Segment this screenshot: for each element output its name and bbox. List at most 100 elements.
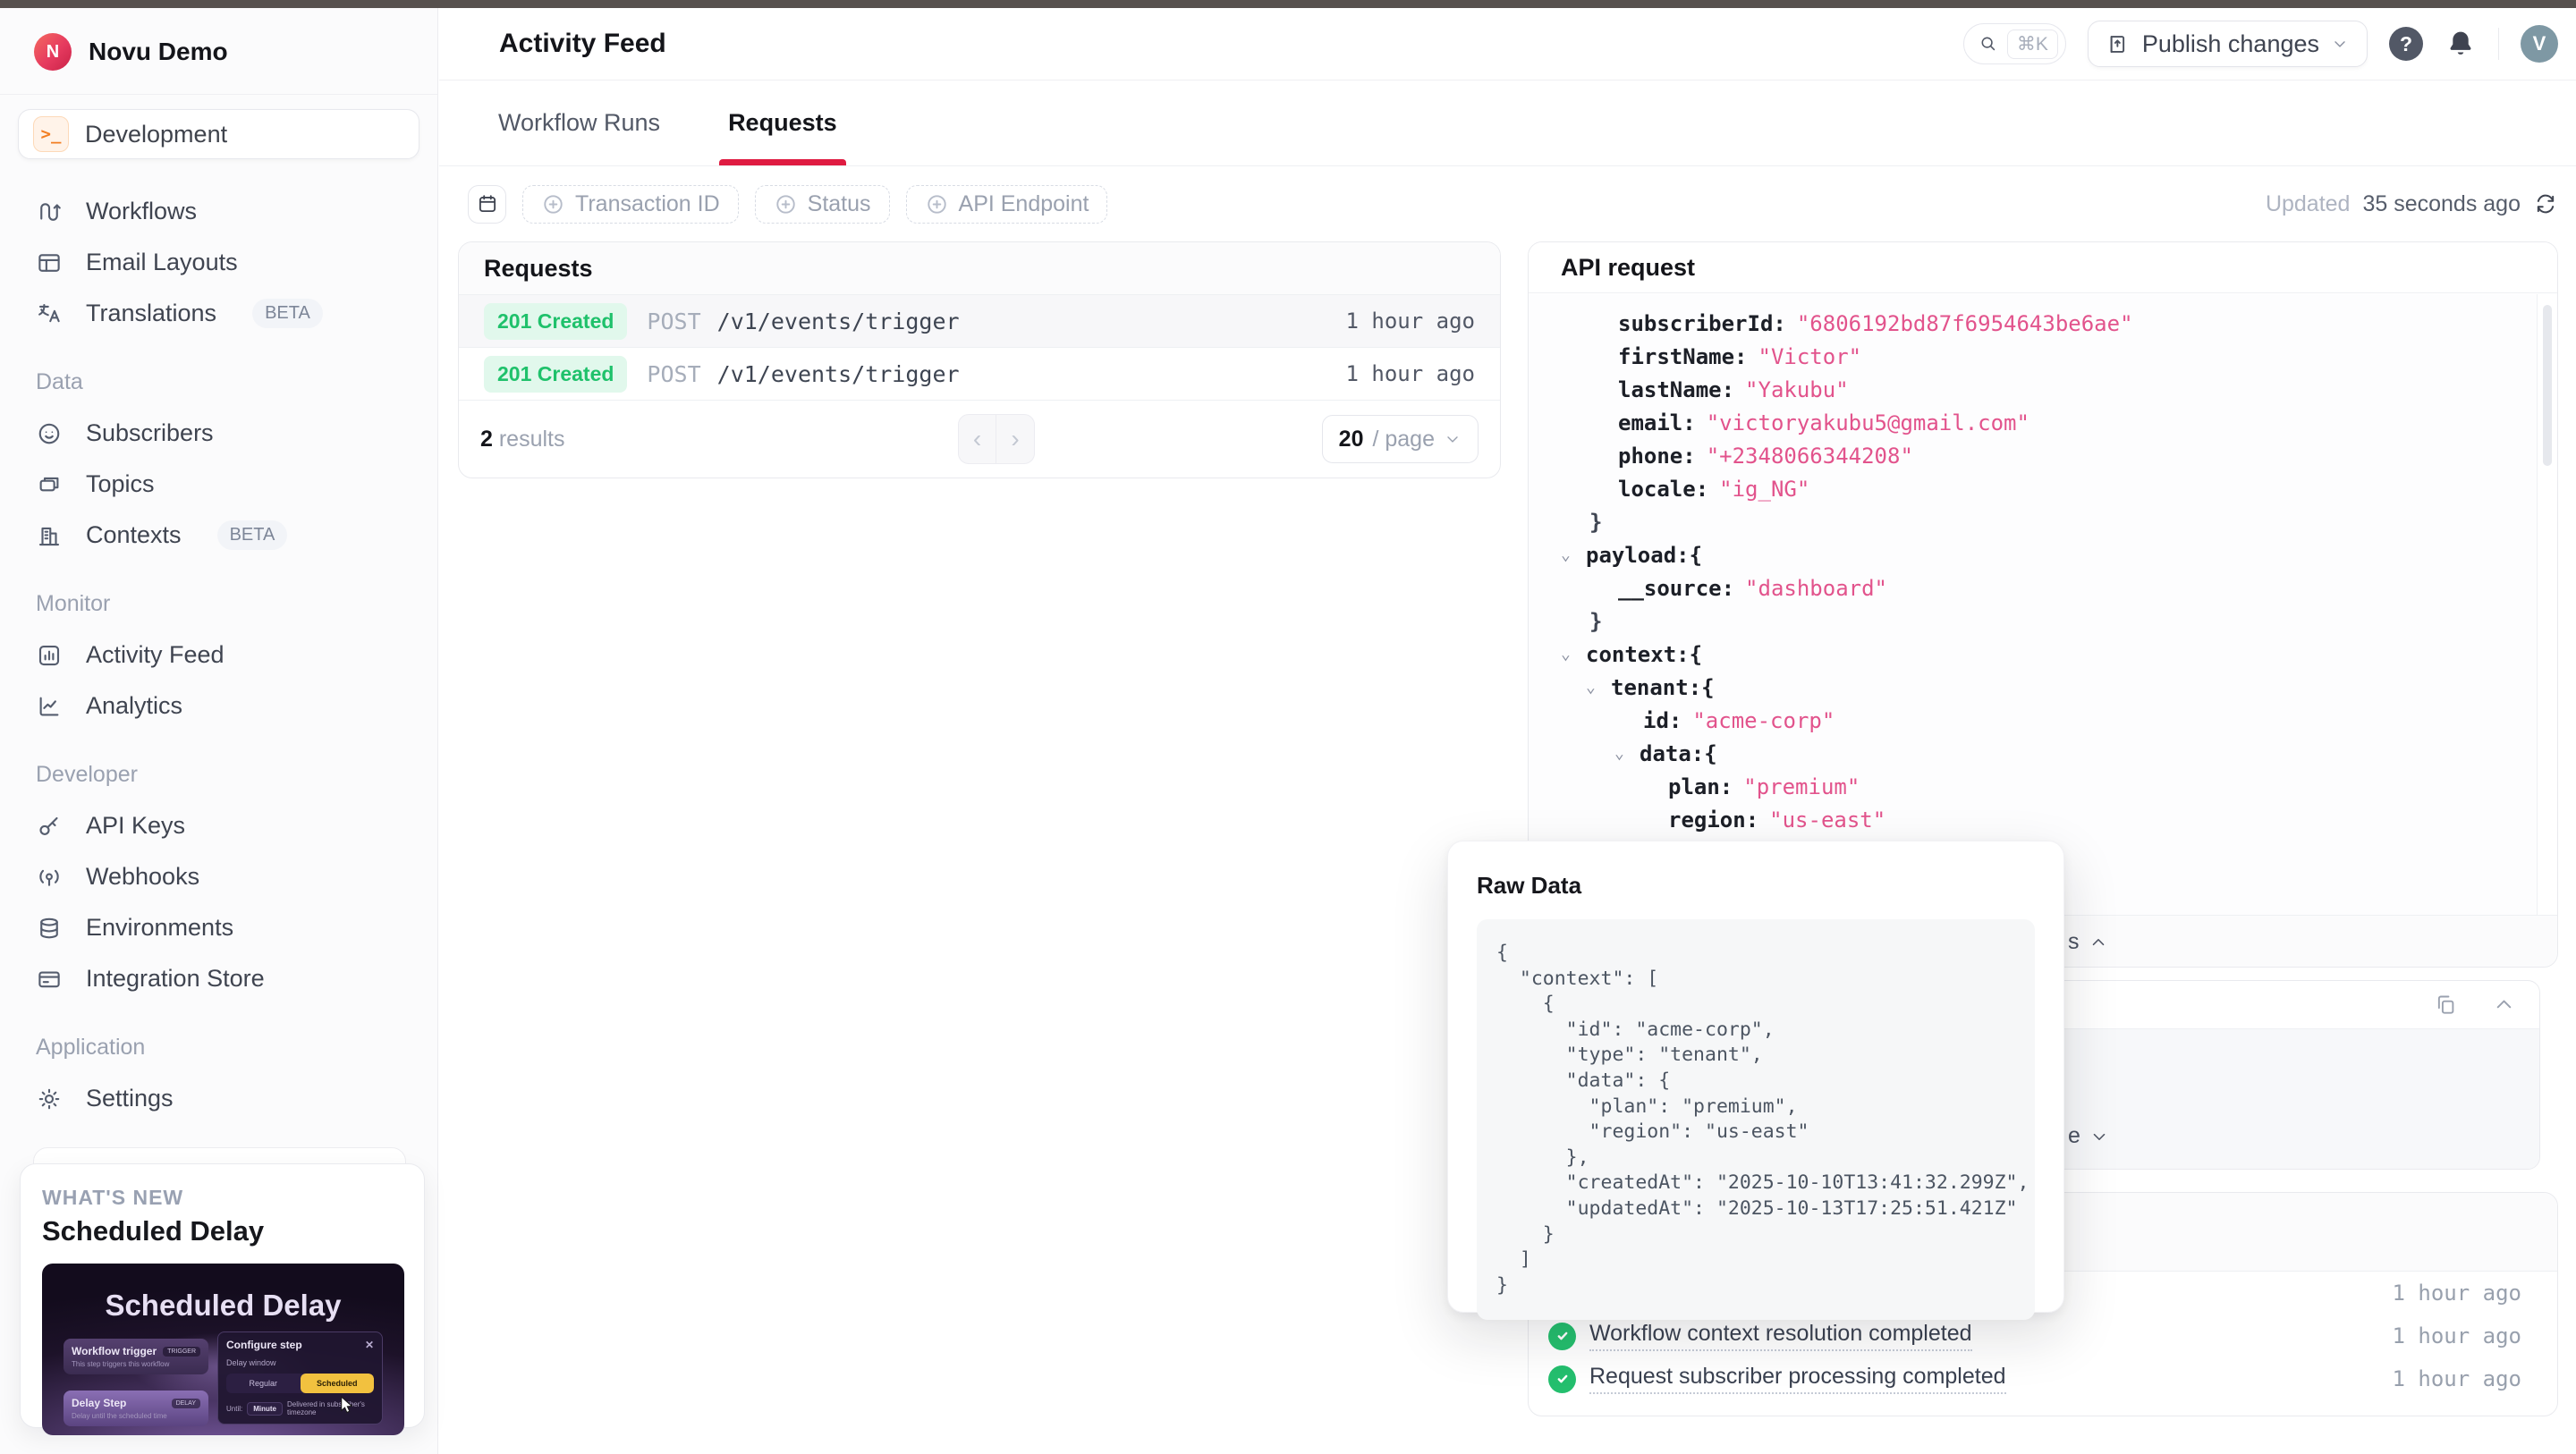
search-button[interactable]: ⌘K [1963,23,2066,64]
sidebar-section-label: Monitor [18,561,419,630]
close-icon: ✕ [365,1339,374,1351]
json-key: payload:{ [1586,543,1702,568]
sidebar-item[interactable]: Topics [18,459,419,510]
json-key: region: [1668,807,1758,833]
endpoint-path: /v1/events/trigger [717,361,960,387]
sidebar-item[interactable]: Workflows [18,186,419,237]
org-switcher[interactable]: N Novu Demo [0,8,437,95]
filter-pill[interactable]: API Endpoint [906,185,1108,224]
top-bar: Activity Feed ⌘K Publish changes ? V [439,8,2576,80]
page-size-select[interactable]: 20 / page [1322,415,1479,463]
help-button[interactable]: ? [2389,27,2423,61]
collapse-chevron-icon[interactable]: ⌄ [1561,545,1586,564]
prev-page-button[interactable]: ‹ [959,415,996,463]
scrollbar-thumb[interactable] [2543,305,2552,466]
analytics-icon [36,693,63,720]
novu-dashboard: N Novu Demo >_ Development Workflows Ema… [0,0,2576,1454]
tab[interactable]: Requests [719,80,846,165]
step-row: Request subscriber processing completed … [1529,1357,2557,1400]
whats-new-eyebrow: WHAT'S NEW [42,1186,402,1210]
refresh-icon[interactable] [2533,191,2558,216]
step-link[interactable]: Workflow context resolution completed [1589,1321,1972,1351]
requests-panel: Requests 201 Created POST /v1/events/tri… [458,241,1501,478]
sidebar-item-label: Environments [86,914,233,942]
command-k-shortcut: ⌘K [2007,30,2058,59]
sidebar-item-label: API Keys [86,812,185,840]
request-time: 1 hour ago [1346,361,1476,386]
plus-circle-icon [925,192,949,216]
translations-icon [36,300,63,327]
tab[interactable]: Workflow Runs [489,80,669,165]
json-key: firstName: [1618,344,1748,369]
updated-status: Updated 35 seconds ago [2266,191,2558,217]
whats-new-title: Scheduled Delay [42,1215,402,1247]
sidebar-item[interactable]: Contexts BETA [18,510,419,561]
notifications-bell-icon[interactable] [2445,28,2477,60]
filter-pill[interactable]: Status [755,185,890,224]
sidebar-item[interactable]: Translations BETA [18,288,419,339]
api-request-json-viewer: subscriberId: "6806192bd87f6954643be6ae"… [1529,294,2538,915]
request-time: 1 hour ago [1346,309,1476,334]
json-value: "acme-corp" [1692,708,1835,733]
sidebar-item[interactable]: Subscribers [18,408,419,459]
sidebar-item-label: Workflows [86,198,197,225]
org-name: Novu Demo [89,38,228,66]
raw-data-title: Raw Data [1477,872,2035,900]
publish-changes-button[interactable]: Publish changes [2088,21,2368,67]
sidebar-item[interactable]: Settings [18,1073,419,1124]
json-line: plan: "premium" [1529,770,2537,803]
sidebar-item[interactable]: API Keys [18,800,419,851]
json-key: __source: [1618,576,1734,601]
cursor-icon [339,1396,354,1414]
sidebar-item-label: Email Layouts [86,249,238,276]
http-method: POST [647,361,700,387]
user-avatar[interactable]: V [2521,25,2558,63]
date-range-button[interactable] [468,185,506,224]
promo-trigger-card: Workflow trigger TRIGGER This step trigg… [64,1339,208,1374]
sidebar-item-label: Activity Feed [86,641,225,669]
filter-pill[interactable]: Transaction ID [522,185,739,224]
sidebar-item[interactable]: Activity Feed [18,630,419,681]
plus-circle-icon [774,192,798,216]
json-line: } [1529,604,2537,638]
sidebar-item[interactable]: Environments [18,902,419,953]
collapsed-section-fragment[interactable]: s [2068,929,2108,955]
email-layouts-icon [36,249,63,276]
webhooks-icon [36,864,63,891]
window-top-strip [0,0,2576,8]
json-line: ⌄ context:{ [1529,638,2537,671]
http-method: POST [647,309,700,334]
environment-selector[interactable]: >_ Development [18,109,419,159]
page-size-fragment[interactable]: e [2068,1123,2109,1149]
api-keys-icon [36,813,63,840]
sidebar-item[interactable]: Webhooks [18,851,419,902]
json-key: plan: [1668,774,1733,799]
status-badge: 201 Created [484,356,627,393]
request-row[interactable]: 201 Created POST /v1/events/trigger 1 ho… [459,348,1500,401]
json-key: subscriberId: [1618,311,1786,336]
json-key: phone: [1618,444,1696,469]
chevron-up-icon[interactable] [2492,993,2516,1017]
json-value: "premium" [1743,774,1860,799]
step-time: 1 hour ago [2393,1281,2522,1306]
step-time: 1 hour ago [2393,1366,2522,1391]
json-value: "+2348066344208" [1707,444,1913,469]
whats-new-card[interactable]: WHAT'S NEW Scheduled Delay Scheduled Del… [20,1163,425,1428]
environments-icon [36,915,63,942]
request-row[interactable]: 201 Created POST /v1/events/trigger 1 ho… [459,295,1500,348]
sidebar-nav: Workflows Email Layouts Translations BET… [0,168,437,1124]
sidebar-item[interactable]: Email Layouts [18,237,419,288]
step-link[interactable]: Request subscriber processing completed [1589,1364,2006,1394]
sidebar-item[interactable]: Integration Store [18,953,419,1004]
step-row: Workflow context resolution completed 1 … [1529,1315,2557,1357]
collapse-chevron-icon[interactable]: ⌄ [1586,678,1611,697]
json-key: data:{ [1640,741,1717,766]
whats-new-promo-image[interactable]: Scheduled Delay Workflow trigger TRIGGER… [42,1264,404,1435]
json-key: email: [1618,410,1696,435]
sidebar-item-label: Settings [86,1085,174,1112]
copy-icon[interactable] [2434,993,2458,1017]
next-page-button[interactable]: › [996,415,1034,463]
collapse-chevron-icon[interactable]: ⌄ [1614,744,1640,763]
sidebar-item[interactable]: Analytics [18,681,419,731]
collapse-chevron-icon[interactable]: ⌄ [1561,645,1586,664]
